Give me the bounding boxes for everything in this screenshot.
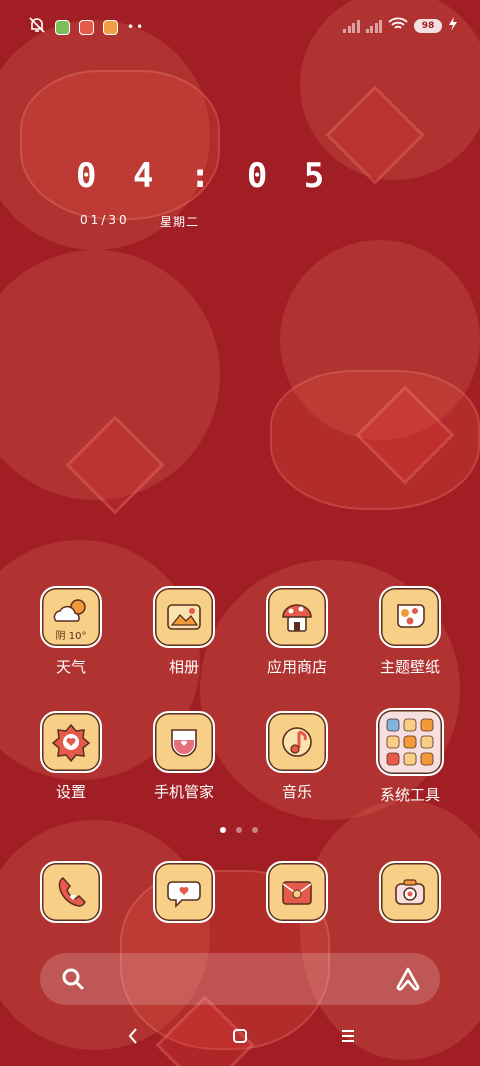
weather-cloud-sun-icon: 阴 10° (40, 586, 102, 648)
shield-cup-icon (153, 711, 215, 773)
folder-grid-icon (376, 708, 444, 776)
app-label: 手机管家 (153, 783, 214, 801)
music-note-icon (266, 711, 328, 773)
app-notification-red-icon (79, 19, 94, 35)
assistant-icon[interactable] (394, 966, 422, 996)
charging-bolt-icon (448, 16, 458, 35)
signal-sim1-icon (343, 19, 360, 33)
app-settings[interactable]: 设置 (21, 711, 121, 802)
clock-weekday: 星期二 (160, 215, 200, 229)
search-icon[interactable] (60, 966, 86, 996)
phone-handset-icon (40, 861, 102, 923)
more-notifications-icon: •• (127, 20, 146, 34)
app-label: 天气 (55, 658, 86, 676)
chat-bubble-icon (153, 861, 215, 923)
app-label: 主题壁纸 (379, 658, 440, 676)
recents-icon[interactable] (340, 1026, 356, 1049)
app-label: 应用商店 (266, 658, 327, 676)
search-bar[interactable] (40, 953, 440, 1005)
page-dot-active[interactable] (220, 827, 226, 833)
wifi-icon (388, 16, 408, 35)
bell-off-icon (28, 16, 46, 38)
back-icon[interactable] (126, 1026, 140, 1049)
envelope-flower-icon (266, 861, 328, 923)
camera-bag-icon (379, 861, 441, 923)
dock-camera[interactable] (360, 861, 460, 923)
mushroom-house-icon (266, 586, 328, 648)
dock-messages[interactable] (134, 861, 234, 923)
app-notification-orange-icon (103, 19, 118, 35)
dock-mail[interactable] (247, 861, 347, 923)
status-bar: •• 98 (0, 12, 480, 40)
app-store[interactable]: 应用商店 (247, 586, 347, 677)
app-themes[interactable]: 主题壁纸 (360, 586, 460, 677)
flower-paint-icon (379, 586, 441, 648)
app-gallery[interactable]: 相册 (134, 586, 234, 677)
navigation-bar (0, 1026, 480, 1050)
folder-system-tools[interactable]: 系统工具 (360, 708, 460, 805)
app-label: 设置 (55, 783, 86, 801)
dock-phone[interactable] (21, 861, 121, 923)
clock-time[interactable]: 0 4 : 0 5 (76, 156, 332, 196)
photo-frame-icon (153, 586, 215, 648)
app-notification-green-icon (55, 19, 70, 35)
app-music[interactable]: 音乐 (247, 711, 347, 802)
page-indicator[interactable] (220, 827, 258, 833)
signal-sim2-icon (365, 19, 382, 33)
home-icon[interactable] (232, 1026, 248, 1049)
app-weather[interactable]: 阴 10° 天气 (21, 586, 121, 677)
app-label: 音乐 (281, 783, 312, 801)
clock-date: 01/30 (80, 213, 130, 227)
app-security[interactable]: 手机管家 (134, 711, 234, 802)
app-label: 相册 (168, 658, 199, 676)
battery-level: 98 (414, 18, 442, 33)
page-dot[interactable] (252, 827, 258, 833)
page-dot[interactable] (236, 827, 242, 833)
app-label: 系统工具 (379, 786, 440, 804)
heart-flower-gear-icon (40, 711, 102, 773)
weather-temp-label: 阴 10° (55, 631, 87, 642)
